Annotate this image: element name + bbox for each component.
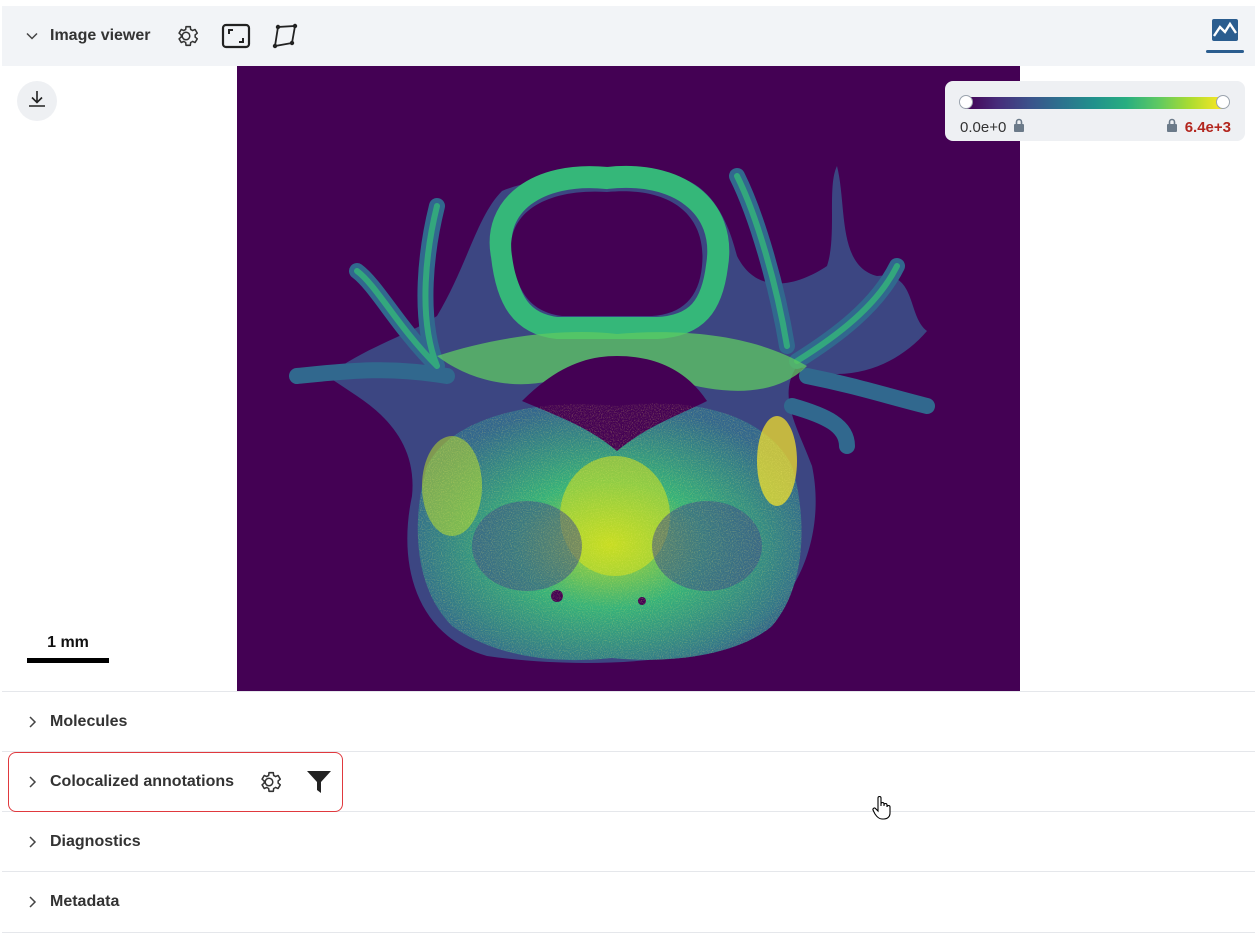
- image-viewer-title: Image viewer: [50, 27, 151, 44]
- chevron-right-icon: [22, 712, 42, 732]
- download-button[interactable]: [17, 81, 57, 121]
- lock-icon[interactable]: [1165, 118, 1179, 136]
- filter-icon[interactable]: [306, 769, 332, 795]
- gear-icon[interactable]: [173, 23, 199, 49]
- section-label: Molecules: [50, 713, 128, 730]
- chevron-right-icon: [22, 892, 42, 912]
- chevron-right-icon: [22, 832, 42, 852]
- section-diagnostics[interactable]: Diagnostics: [2, 811, 1255, 872]
- section-metadata[interactable]: Metadata: [2, 871, 1255, 933]
- polygon-icon[interactable]: [271, 22, 299, 50]
- colorbar-min-handle[interactable]: [959, 95, 973, 109]
- chevron-right-icon: [22, 772, 42, 792]
- gear-icon[interactable]: [256, 769, 282, 795]
- section-label: Metadata: [50, 893, 120, 910]
- colorbar-gradient[interactable]: [965, 97, 1223, 109]
- download-icon: [27, 89, 47, 114]
- lock-icon[interactable]: [1012, 118, 1026, 136]
- scale-bar-line: [27, 658, 109, 663]
- intensity-chart-icon: [1212, 19, 1238, 46]
- section-colocalized-annotations[interactable]: Colocalized annotations: [2, 751, 1255, 812]
- ion-image[interactable]: [237, 66, 1020, 691]
- colorbar-max-handle[interactable]: [1216, 95, 1230, 109]
- colorbar[interactable]: 0.0e+0 6.4e+3: [945, 81, 1245, 141]
- section-label: Diagnostics: [50, 833, 141, 850]
- intensity-chart-button[interactable]: [1205, 16, 1245, 56]
- scale-bar-label: 1 mm: [47, 634, 89, 651]
- fit-screen-icon[interactable]: [221, 23, 251, 49]
- scale-bar: 1 mm: [27, 634, 109, 663]
- ion-image-viewer[interactable]: 0.0e+0 6.4e+3 1 mm: [2, 66, 1255, 691]
- image-viewer-header[interactable]: Image viewer: [2, 6, 1255, 66]
- hand-cursor-icon: [872, 795, 892, 826]
- section-label: Colocalized annotations: [50, 773, 235, 790]
- section-molecules[interactable]: Molecules: [2, 691, 1255, 752]
- colorbar-min-label: 0.0e+0: [960, 118, 1007, 136]
- chevron-down-icon[interactable]: [22, 26, 42, 46]
- colorbar-max-label: 6.4e+3: [1184, 118, 1231, 136]
